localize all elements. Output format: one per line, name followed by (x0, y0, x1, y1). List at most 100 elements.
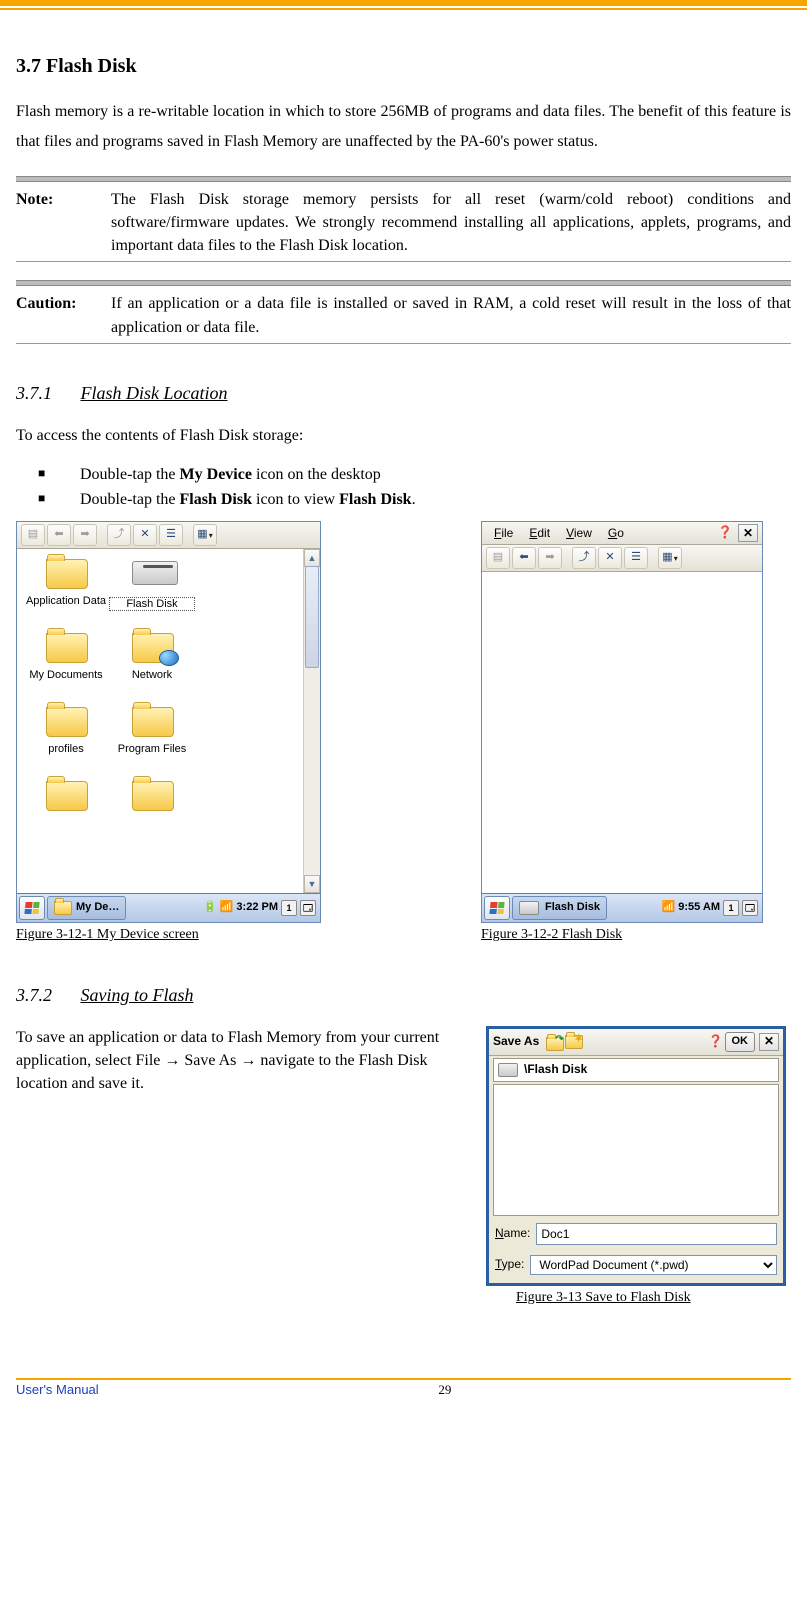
path-text: \Flash Disk (524, 1061, 587, 1078)
caution-label: Caution: (16, 292, 111, 338)
name-label: Name: (495, 1225, 530, 1242)
file-pane[interactable]: Application Data Flash Disk My Documents (17, 549, 320, 893)
taskbar: My De… 🔋 📶 3:22 PM 1 🗔 (17, 893, 320, 922)
file-pane-empty[interactable] (482, 572, 762, 894)
back-button[interactable]: ⬅ (47, 524, 71, 546)
drive-icon (519, 901, 539, 915)
folder-extra-1[interactable] (23, 777, 109, 851)
properties-button[interactable]: ☰ (159, 524, 183, 546)
type-select[interactable]: WordPad Document (*.pwd) (530, 1255, 777, 1275)
folder-icon (132, 781, 174, 811)
section-number: 3.7 (16, 55, 41, 77)
drive-label: Flash Disk (109, 597, 195, 611)
up-button[interactable]: ⤴ (107, 524, 131, 546)
folder-label: Program Files (109, 743, 195, 755)
toolbar: ▤ ⬅ ➡ ⤴ ✕ ☰ ▦▾ (482, 545, 762, 572)
menu-file[interactable]: File (486, 525, 521, 542)
address-icon[interactable]: ▤ (486, 547, 510, 569)
folder-icon (46, 559, 88, 589)
flash-disk-window: File Edit View Go ❓ ✕ ▤ ⬅ ➡ ⤴ ✕ ☰ (481, 521, 763, 923)
new-folder-button[interactable]: ✶ (565, 1035, 581, 1049)
path-field[interactable]: \Flash Disk (493, 1058, 779, 1082)
back-button[interactable]: ⬅ (512, 547, 536, 569)
dialog-titlebar: Save As ↷ ✶ ❓ OK ✕ (489, 1029, 783, 1056)
folder-application-data[interactable]: Application Data (23, 555, 109, 629)
properties-button[interactable]: ☰ (624, 547, 648, 569)
system-tray[interactable]: 🔋 📶 3:22 PM 1 🗔 (203, 900, 318, 916)
help-icon[interactable]: ❓ (716, 524, 734, 540)
ok-button[interactable]: OK (725, 1032, 756, 1052)
menu-view[interactable]: View (558, 525, 600, 542)
up-button[interactable]: ⤴ (572, 547, 596, 569)
tray-desktop-icon[interactable]: 🗔 (742, 900, 758, 916)
taskbar: Flash Disk 📶 9:55 AM 1 🗔 (482, 893, 762, 922)
close-icon[interactable]: ✕ (738, 524, 758, 542)
note-label: Note: (16, 188, 111, 258)
folder-icon (46, 707, 88, 737)
subsection-2-number: 3.7.2 (16, 985, 52, 1005)
my-device-window: ▤ ⬅ ➡ ⤴ ✕ ☰ ▦▾ Application Data (16, 521, 321, 923)
subsection-1-lead: To access the contents of Flash Disk sto… (16, 424, 791, 447)
file-list[interactable] (493, 1084, 779, 1216)
forward-button[interactable]: ➡ (538, 547, 562, 569)
type-row: Type: WordPad Document (*.pwd) (489, 1250, 783, 1280)
menu-go[interactable]: Go (600, 525, 632, 542)
forward-button[interactable]: ➡ (73, 524, 97, 546)
views-button[interactable]: ▦▾ (193, 524, 217, 546)
scroll-thumb[interactable] (305, 566, 319, 668)
folder-network[interactable]: Network (109, 629, 195, 703)
section-title: Flash Disk (46, 55, 137, 77)
tray-desktop-icon[interactable]: 🗔 (300, 900, 316, 916)
clock: 9:55 AM (678, 900, 720, 916)
folder-profiles[interactable]: profiles (23, 703, 109, 777)
vertical-scrollbar[interactable]: ▲ ▼ (303, 549, 320, 893)
caution-block: Caution: If an application or a data fil… (16, 280, 791, 343)
subsection-2-title: Saving to Flash (81, 985, 194, 1005)
figure-1: ▤ ⬅ ➡ ⤴ ✕ ☰ ▦▾ Application Data (16, 521, 321, 945)
close-icon[interactable]: ✕ (759, 1033, 779, 1051)
scroll-down-icon[interactable]: ▼ (304, 875, 320, 893)
windows-flag-icon (489, 902, 504, 914)
subsection-1-title: Flash Disk Location (81, 383, 228, 403)
footer-left: User's Manual (16, 1382, 99, 1398)
bullet-1: Double-tap the My Device icon on the des… (76, 463, 791, 486)
address-icon[interactable]: ▤ (21, 524, 45, 546)
folder-icon (46, 633, 88, 663)
folder-extra-2[interactable] (109, 777, 195, 851)
tray-input-icon[interactable]: 1 (281, 900, 297, 916)
views-button[interactable]: ▦▾ (658, 547, 682, 569)
figure-2-caption: Figure 3-12-2 Flash Disk (481, 925, 763, 945)
note-block: Note: The Flash Disk storage memory pers… (16, 176, 791, 263)
drive-icon (132, 561, 178, 585)
taskbar-app[interactable]: Flash Disk (512, 896, 607, 920)
name-input[interactable] (536, 1223, 777, 1245)
taskbar-app[interactable]: My De… (47, 896, 126, 920)
tray-input-icon[interactable]: 1 (723, 900, 739, 916)
start-button[interactable] (19, 896, 45, 920)
folder-my-documents[interactable]: My Documents (23, 629, 109, 703)
folder-label: My Documents (23, 669, 109, 681)
folder-icon (54, 901, 72, 915)
header-rule (0, 0, 807, 10)
dialog-title: Save As (493, 1033, 539, 1050)
folder-program-files[interactable]: Program Files (109, 703, 195, 777)
scroll-up-icon[interactable]: ▲ (304, 549, 320, 567)
start-button[interactable] (484, 896, 510, 920)
menu-edit[interactable]: Edit (521, 525, 558, 542)
caution-body: If an application or a data file is inst… (111, 292, 791, 338)
footer: User's Manual 29 (0, 1380, 807, 1418)
subsection-2-body: To save an application or data to Flash … (16, 1026, 446, 1308)
delete-button[interactable]: ✕ (133, 524, 157, 546)
up-folder-button[interactable]: ↷ (546, 1035, 562, 1049)
taskbar-app-label: Flash Disk (545, 900, 600, 916)
tray-signal-icon: 📶 (662, 900, 676, 916)
note-body: The Flash Disk storage memory persists f… (111, 188, 791, 258)
help-icon[interactable]: ❓ (707, 1034, 725, 1050)
tray-signal-icon: 📶 (220, 900, 234, 916)
delete-button[interactable]: ✕ (598, 547, 622, 569)
figure-2: File Edit View Go ❓ ✕ ▤ ⬅ ➡ ⤴ ✕ ☰ (481, 521, 763, 945)
system-tray[interactable]: 📶 9:55 AM 1 🗔 (662, 900, 760, 916)
drive-flash-disk[interactable]: Flash Disk (109, 555, 195, 629)
bullet-list: Double-tap the My Device icon on the des… (16, 463, 791, 511)
tray-battery-icon: 🔋 (203, 900, 217, 916)
